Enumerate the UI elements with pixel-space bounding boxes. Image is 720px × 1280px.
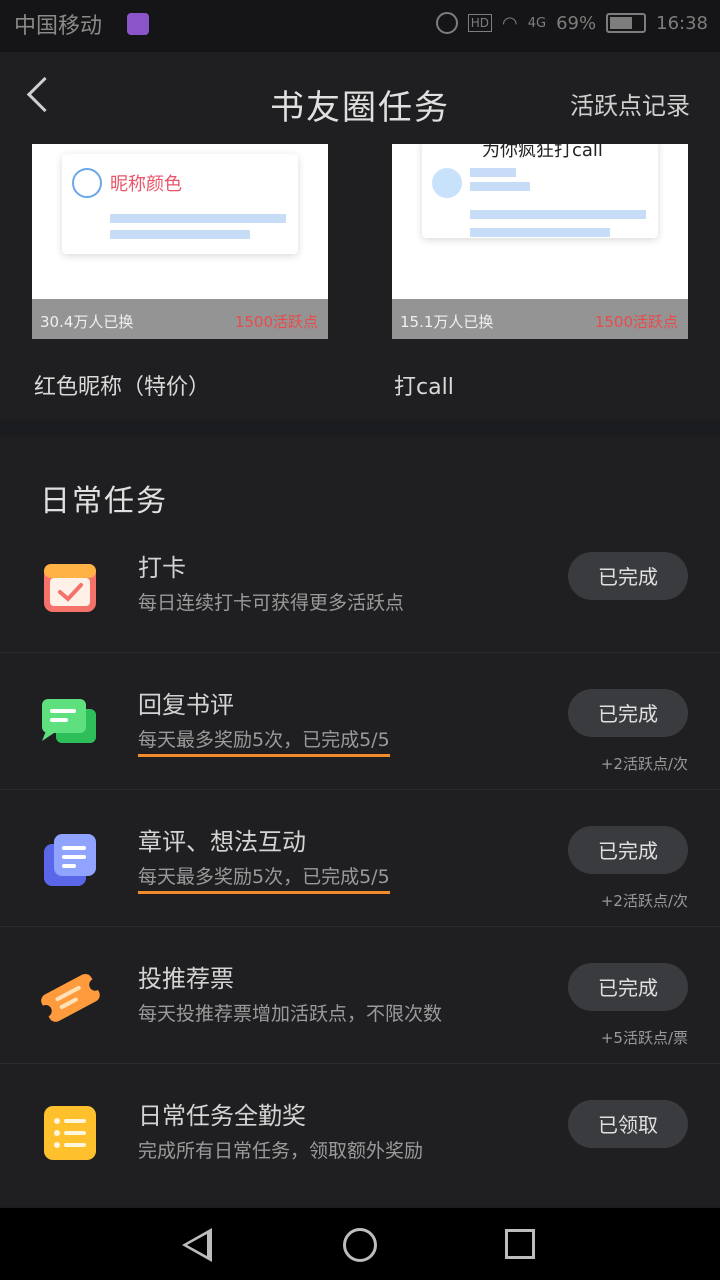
checklist-icon bbox=[40, 1104, 100, 1164]
task-description: 每日连续打卡可获得更多活跃点 bbox=[138, 592, 405, 614]
gallery-notification-icon bbox=[127, 13, 149, 35]
placeholder-line bbox=[110, 230, 250, 239]
task-row-interact: 章评、想法互动 每天最多奖励5次，已完成5/5 已完成 +2活跃点/次 bbox=[0, 790, 720, 927]
reward-preview: 为你疯狂打call 15.1万人已换 1500活跃点 bbox=[392, 144, 688, 339]
task-name: 投推荐票 bbox=[138, 965, 234, 993]
system-navigation-bar bbox=[0, 1208, 720, 1280]
calendar-check-icon bbox=[40, 556, 100, 616]
daily-tasks-section: 日常任务 打卡 每日连续打卡可获得更多活跃点 已完成 回复书评 每天最多奖励5次 bbox=[0, 436, 720, 1206]
placeholder-line bbox=[470, 168, 516, 177]
activity-points-history-link[interactable]: 活跃点记录 bbox=[570, 86, 690, 121]
task-status-button[interactable]: 已领取 bbox=[568, 1100, 688, 1148]
status-bar: 中国移动 HD ◠ 4G 69% 16:38 bbox=[0, 0, 720, 52]
user-icon bbox=[72, 168, 102, 198]
preview-panel: 为你疯狂打call bbox=[422, 144, 658, 238]
task-row-perfect-attendance: 日常任务全勤奖 完成所有日常任务，领取额外奖励 已领取 bbox=[0, 1064, 720, 1201]
task-description: 每天投推荐票增加活跃点，不限次数 bbox=[138, 1003, 443, 1025]
redeem-count: 15.1万人已换 bbox=[400, 313, 494, 331]
avatar-placeholder bbox=[432, 168, 462, 198]
task-name: 日常任务全勤奖 bbox=[138, 1102, 306, 1130]
task-status-button[interactable]: 已完成 bbox=[568, 552, 688, 600]
task-name: 打卡 bbox=[138, 554, 186, 582]
section-title: 日常任务 bbox=[40, 484, 168, 519]
network-type: 4G bbox=[527, 15, 547, 31]
points-cost: 1500活跃点 bbox=[594, 313, 678, 331]
nav-recents-icon[interactable] bbox=[505, 1229, 535, 1259]
placeholder-line bbox=[470, 228, 610, 237]
reward-name: 打call bbox=[394, 375, 454, 400]
reward-list: 昵称颜色 30.4万人已换 1500活跃点 红色昵称（特价） 为你疯狂打call… bbox=[0, 144, 720, 420]
battery-percent: 69% bbox=[556, 12, 597, 34]
placeholder-line bbox=[110, 214, 286, 223]
chat-bubble-icon bbox=[40, 693, 100, 753]
wifi-icon: ◠ bbox=[502, 12, 518, 34]
hd-indicator: HD bbox=[467, 14, 493, 32]
reward-preview: 昵称颜色 30.4万人已换 1500活跃点 bbox=[32, 144, 328, 339]
preview-label: 昵称颜色 bbox=[110, 174, 182, 195]
task-status-button[interactable]: 已完成 bbox=[568, 826, 688, 874]
preview-label: 为你疯狂打call bbox=[482, 144, 603, 161]
task-status-button[interactable]: 已完成 bbox=[568, 689, 688, 737]
reward-footer: 15.1万人已换 1500活跃点 bbox=[392, 299, 688, 339]
nav-home-icon[interactable] bbox=[343, 1228, 377, 1262]
clock: 16:38 bbox=[656, 12, 708, 34]
note-card-icon bbox=[40, 830, 100, 890]
task-row-checkin: 打卡 每日连续打卡可获得更多活跃点 已完成 bbox=[0, 516, 720, 653]
points-cost: 1500活跃点 bbox=[234, 313, 318, 331]
alarm-icon bbox=[435, 12, 458, 34]
task-description: 每天最多奖励5次，已完成5/5 bbox=[138, 725, 390, 757]
task-row-vote: 投推荐票 每天投推荐票增加活跃点，不限次数 已完成 +5活跃点/票 bbox=[0, 927, 720, 1064]
task-description: 完成所有日常任务，领取额外奖励 bbox=[138, 1140, 424, 1162]
task-status-button[interactable]: 已完成 bbox=[568, 963, 688, 1011]
reward-card-red-nickname[interactable]: 昵称颜色 30.4万人已换 1500活跃点 红色昵称（特价） bbox=[32, 144, 328, 401]
status-icons: HD ◠ 4G 69% 16:38 bbox=[435, 12, 708, 34]
task-name: 章评、想法互动 bbox=[138, 828, 306, 856]
placeholder-line bbox=[470, 210, 646, 219]
reward-card-call[interactable]: 为你疯狂打call 15.1万人已换 1500活跃点 打call bbox=[392, 144, 688, 401]
points-per-action: +5活跃点/票 bbox=[600, 1029, 688, 1047]
points-per-action: +2活跃点/次 bbox=[600, 892, 688, 910]
preview-panel: 昵称颜色 bbox=[62, 154, 298, 254]
task-name: 回复书评 bbox=[138, 691, 234, 719]
points-per-action: +2活跃点/次 bbox=[600, 755, 688, 773]
ticket-icon bbox=[39, 967, 102, 1027]
battery-icon bbox=[606, 13, 647, 33]
app-header: 书友圈任务 活跃点记录 bbox=[0, 52, 720, 144]
task-description: 每天最多奖励5次，已完成5/5 bbox=[138, 862, 390, 894]
carrier-name: 中国移动 bbox=[14, 14, 103, 39]
nav-back-icon[interactable] bbox=[182, 1228, 212, 1262]
placeholder-line bbox=[470, 182, 530, 191]
redeem-count: 30.4万人已换 bbox=[40, 313, 134, 331]
reward-footer: 30.4万人已换 1500活跃点 bbox=[32, 299, 328, 339]
task-row-reply-review: 回复书评 每天最多奖励5次，已完成5/5 已完成 +2活跃点/次 bbox=[0, 653, 720, 790]
reward-name: 红色昵称（特价） bbox=[34, 375, 211, 400]
